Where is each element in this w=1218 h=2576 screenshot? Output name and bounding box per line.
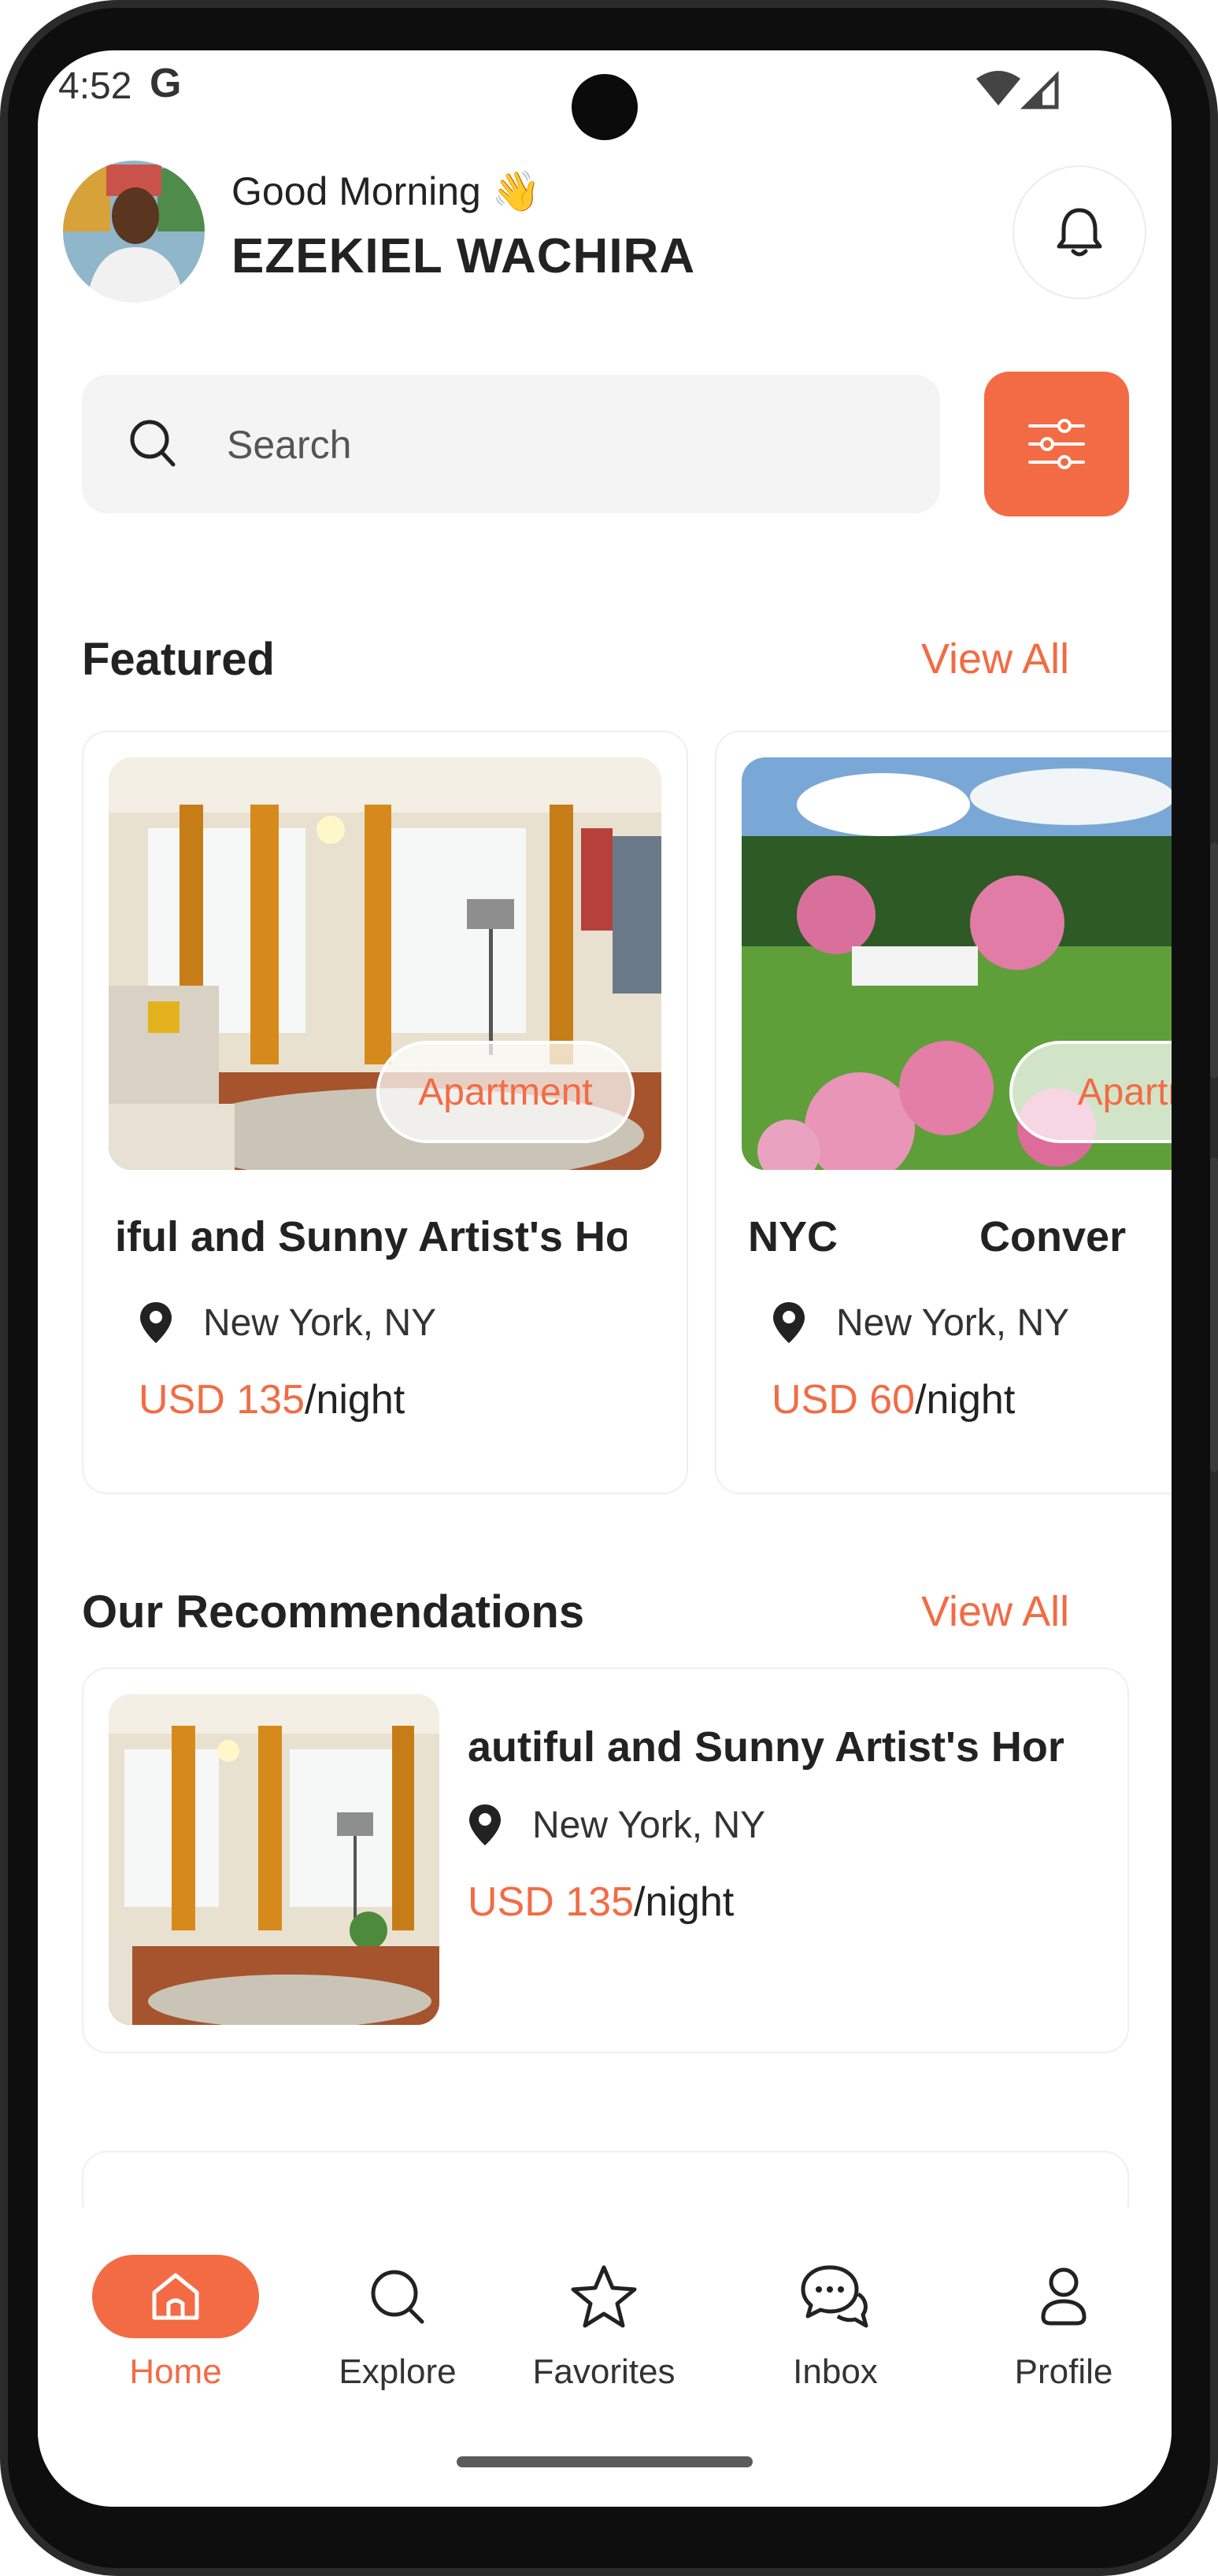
home-indicator[interactable] bbox=[457, 2456, 753, 2467]
user-name: EZEKIEL WACHIRA bbox=[231, 229, 696, 283]
featured-card[interactable]: Apartment iful and Sunny Artist's Ho New… bbox=[82, 731, 688, 1494]
price-unit: /night bbox=[305, 1377, 405, 1423]
greeting-text: Good Morning 👋 bbox=[231, 169, 541, 213]
price-amount: USD 60 bbox=[772, 1377, 916, 1423]
nav-home[interactable]: Home bbox=[85, 2255, 266, 2412]
location-text: New York, NY bbox=[836, 1301, 1070, 1344]
nav-favorites[interactable]: Favorites bbox=[513, 2255, 694, 2412]
listing-location: New York, NY bbox=[139, 1301, 436, 1345]
listing-price: USD 60/night bbox=[772, 1376, 1015, 1423]
nav-icon-pill bbox=[752, 2255, 919, 2338]
nav-icon-pill bbox=[314, 2255, 481, 2338]
nav-favorites-label: Favorites bbox=[532, 2352, 676, 2391]
nav-inbox[interactable]: Inbox bbox=[745, 2255, 926, 2412]
wifi-icon bbox=[976, 71, 1020, 105]
listing-image: Apartment bbox=[109, 757, 661, 1170]
category-badge: Apartm bbox=[1009, 1041, 1172, 1143]
signal-icon bbox=[1020, 70, 1059, 109]
listing-price: USD 135/night bbox=[468, 1878, 734, 1926]
home-icon bbox=[152, 2273, 199, 2320]
nav-inbox-label: Inbox bbox=[793, 2352, 878, 2391]
location-pin-icon bbox=[469, 1804, 501, 1845]
chat-icon bbox=[801, 2265, 868, 2328]
listing-location: New York, NY bbox=[468, 1803, 765, 1847]
listing-location: New York, NY bbox=[772, 1301, 1069, 1345]
star-icon bbox=[571, 2265, 637, 2328]
recommendation-card[interactable]: autiful and Sunny Artist's Hor New York,… bbox=[82, 1667, 1129, 2053]
nav-explore-label: Explore bbox=[339, 2352, 457, 2391]
price-unit: /night bbox=[634, 1879, 735, 1925]
price-amount: USD 135 bbox=[139, 1377, 305, 1423]
screen: 4:52 G Good Morning 👋 EZEKIEL WACHIRA Se… bbox=[38, 50, 1172, 2507]
nav-icon-pill bbox=[520, 2255, 687, 2338]
featured-view-all-link[interactable]: View All bbox=[921, 635, 1069, 683]
search-icon bbox=[130, 420, 176, 467]
nav-icon-pill bbox=[980, 2255, 1147, 2338]
phone-frame: 4:52 G Good Morning 👋 EZEKIEL WACHIRA Se… bbox=[0, 0, 1218, 2576]
user-icon bbox=[1041, 2267, 1087, 2326]
nav-profile-label: Profile bbox=[1014, 2352, 1113, 2391]
sliders-icon bbox=[1028, 419, 1085, 469]
status-time: 4:52 bbox=[58, 65, 132, 107]
recommendations-title: Our Recommendations bbox=[82, 1586, 585, 1638]
search-placeholder: Search bbox=[227, 423, 352, 467]
nav-explore[interactable]: Explore bbox=[307, 2255, 488, 2412]
listing-image: Apartm bbox=[742, 757, 1172, 1170]
nav-profile[interactable]: Profile bbox=[973, 2255, 1154, 2412]
price-unit: /night bbox=[915, 1377, 1016, 1423]
notifications-button[interactable] bbox=[1013, 165, 1146, 299]
power-button bbox=[1210, 1157, 1218, 1472]
featured-title: Featured bbox=[82, 634, 275, 685]
search-input[interactable]: Search bbox=[82, 375, 940, 513]
nav-home-label: Home bbox=[129, 2352, 222, 2391]
filter-button[interactable] bbox=[984, 372, 1129, 516]
recommendations-view-all-link[interactable]: View All bbox=[921, 1587, 1069, 1636]
nav-icon-pill bbox=[92, 2255, 259, 2338]
google-icon: G bbox=[150, 61, 182, 106]
listing-image bbox=[109, 1694, 439, 2025]
location-pin-icon bbox=[773, 1302, 805, 1343]
status-icons bbox=[975, 68, 1061, 116]
volume-button bbox=[1210, 842, 1218, 1079]
avatar[interactable] bbox=[63, 161, 205, 302]
front-camera bbox=[572, 74, 638, 140]
category-badge: Apartment bbox=[376, 1041, 635, 1143]
location-text: New York, NY bbox=[203, 1301, 437, 1344]
bell-icon bbox=[1057, 208, 1102, 257]
location-pin-icon bbox=[140, 1302, 172, 1343]
price-amount: USD 135 bbox=[468, 1879, 634, 1925]
listing-title: iful and Sunny Artist's Ho bbox=[115, 1213, 627, 1260]
listing-price: USD 135/night bbox=[139, 1376, 405, 1423]
location-text: New York, NY bbox=[532, 1804, 766, 1846]
status-bar: 4:52 G bbox=[38, 50, 1172, 145]
search-icon bbox=[371, 2270, 424, 2324]
featured-card[interactable]: Apartm NYC Conver New York, NY USD 60/ni… bbox=[715, 731, 1172, 1494]
listing-title: autiful and Sunny Artist's Hor bbox=[468, 1723, 1064, 1771]
listing-title: NYC Conver bbox=[748, 1213, 1127, 1260]
